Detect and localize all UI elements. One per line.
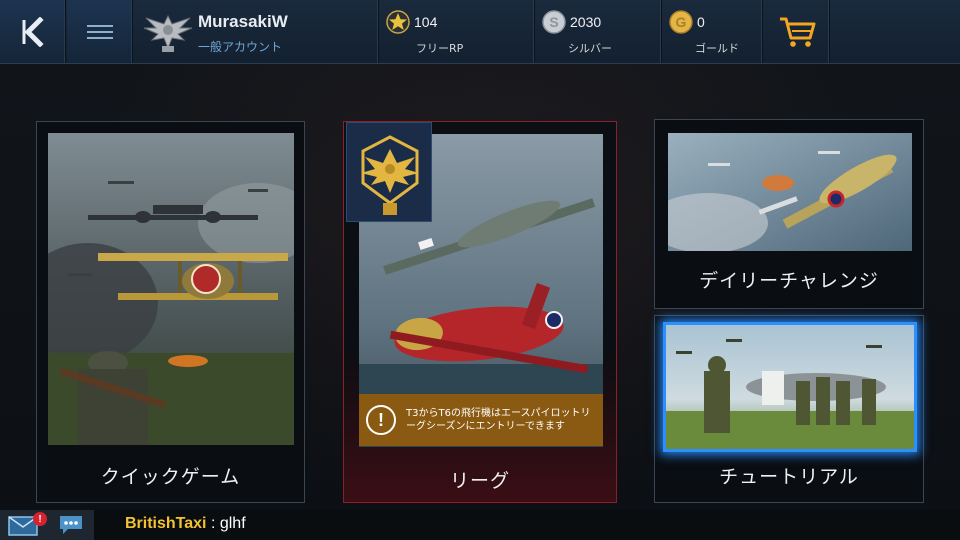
chat-message[interactable]: BritishTaxi : glhf [125,515,246,533]
chat-separator: : [206,515,220,532]
free-rp-display: 104 フリーRP [380,0,535,63]
league-notice-text: T3からT6の飛行機はエースパイロットリーグシーズンにエントリーできます [406,408,591,432]
daily-challenge-image [668,133,912,251]
league-label: リーグ [449,470,510,492]
quick-game-image [48,133,294,445]
quick-game-label: クイックゲーム [100,466,241,488]
rank-eagle-icon [143,14,193,52]
free-rp-label: フリーRP [416,42,464,55]
chat-username: BritishTaxi [125,515,207,532]
menu-button[interactable] [67,0,133,63]
hamburger-icon [86,24,113,39]
gold-value: 0 [697,14,705,30]
chat-bar: ! BritishTaxi : glhf [0,510,960,540]
svg-text:S: S [549,14,558,30]
gold-coin-icon: G [669,10,693,34]
account-type: 一般アカウント [198,40,283,54]
back-button[interactable] [0,0,66,63]
tutorial-image [663,322,917,452]
gold-display: G 0 ゴールド [663,0,763,63]
quick-game-card[interactable]: クイックゲーム [36,121,305,503]
league-notice: ! T3からT6の飛行機はエースパイロットリーグシーズンにエントリーできます [359,394,603,446]
chat-bubble-icon[interactable] [58,514,84,536]
league-card[interactable]: ! T3からT6の飛行機はエースパイロットリーグシーズンにエントリーできます リ… [343,121,617,503]
top-bar-spacer [831,0,960,63]
free-rp-value: 104 [414,14,438,30]
mail-notification-badge: ! [33,512,47,526]
shop-button[interactable] [764,0,830,63]
gold-eagle-badge-icon [361,135,419,215]
star-icon [386,10,410,34]
daily-challenge-card[interactable]: デイリーチャレンジ [654,119,924,309]
silver-value: 2030 [570,14,602,30]
silver-coin-icon: S [542,10,566,34]
tutorial-card[interactable]: チュートリアル [654,315,924,503]
chat-icons-group: ! [0,510,94,540]
league-badge [346,122,432,222]
player-profile[interactable]: MurasakiW 一般アカウント [134,0,379,63]
chat-text: glhf [219,515,246,532]
silver-display: S 2030 シルバー [536,0,662,63]
gold-label: ゴールド [695,42,739,55]
shopping-cart-icon [779,17,815,47]
silver-label: シルバー [568,42,612,55]
svg-text:G: G [676,14,687,30]
warning-icon: ! [366,405,396,435]
daily-challenge-label: デイリーチャレンジ [699,270,879,292]
tutorial-label: チュートリアル [719,466,859,488]
username: MurasakiW [198,12,288,31]
top-bar: MurasakiW 一般アカウント 104 フリーRP S 2030 シルバー … [0,0,960,64]
chevron-left-icon [22,16,44,47]
